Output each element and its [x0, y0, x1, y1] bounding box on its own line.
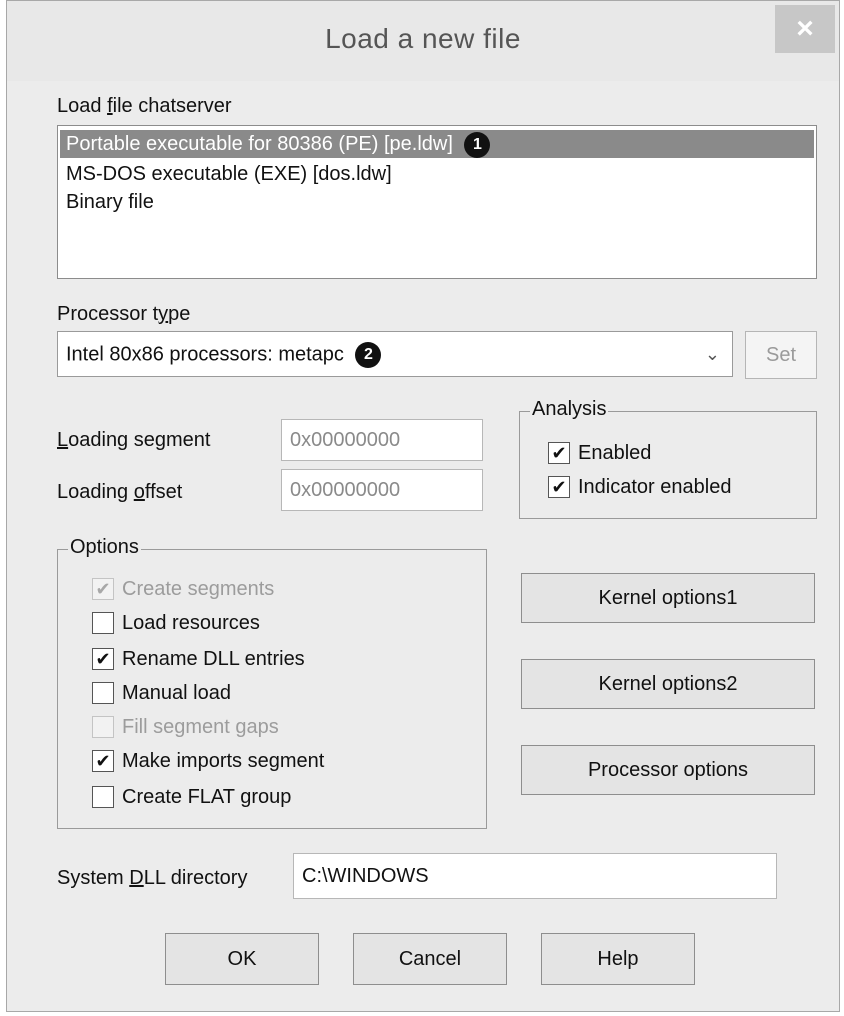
callout-marker-1: 1	[464, 131, 491, 158]
checkbox-label: Indicator enabled	[578, 475, 732, 498]
list-item-label: MS-DOS executable (EXE) [dos.ldw]	[66, 163, 392, 185]
list-item-label: Binary file	[66, 191, 154, 213]
list-item-binary[interactable]: Binary file	[60, 188, 154, 216]
processor-type-value: Intel 80x86 processors: metapc 2	[66, 342, 382, 368]
processor-type-label: Processor type	[57, 303, 191, 325]
checkbox-label: Create FLAT group	[122, 785, 292, 808]
load-file-list[interactable]: Portable executable for 80386 (PE) [pe.l…	[57, 125, 817, 279]
load-file-label: Load file chatserver	[57, 95, 232, 117]
system-dll-directory-label: System DLL directory	[57, 867, 248, 889]
kernel-options2-button[interactable]: Kernel options2	[521, 659, 815, 709]
analysis-group: Analysis ✔ Enabled ✔ Indicator enabled	[519, 398, 817, 519]
check-icon: ✔	[95, 648, 111, 669]
close-icon: ×	[796, 12, 814, 45]
indicator-enabled-checkbox[interactable]: ✔ Indicator enabled	[548, 472, 731, 502]
load-file-dialog: Load a new file × Load file chatserver P…	[6, 0, 840, 1012]
create-flat-group-checkbox[interactable]: Create FLAT group	[92, 782, 291, 812]
fill-segment-gaps-checkbox[interactable]: Fill segment gaps	[92, 712, 279, 742]
create-segments-checkbox[interactable]: ✔ Create segments	[92, 574, 274, 604]
loading-offset-label: Loading offset	[57, 481, 183, 503]
system-dll-directory-input[interactable]: C:\WINDOWS	[293, 853, 777, 899]
set-button[interactable]: Set	[745, 331, 817, 379]
analysis-title: Analysis	[530, 398, 609, 421]
checkbox-label: Fill segment gaps	[122, 715, 279, 738]
callout-marker-2: 2	[355, 342, 382, 368]
checkbox-label: Rename DLL entries	[122, 647, 305, 670]
loading-offset-input[interactable]: 0x00000000	[281, 469, 483, 511]
checkbox-box: ✔	[92, 750, 114, 772]
list-item-label: Portable executable for 80386 (PE) [pe.l…	[66, 133, 453, 155]
list-item-pe[interactable]: Portable executable for 80386 (PE) [pe.l…	[60, 130, 814, 158]
check-icon: ✔	[551, 476, 567, 497]
make-imports-segment-checkbox[interactable]: ✔ Make imports segment	[92, 746, 324, 776]
load-resources-checkbox[interactable]: Load resources	[92, 608, 260, 638]
checkbox-label: Load resources	[122, 611, 260, 634]
help-button[interactable]: Help	[541, 933, 695, 985]
checkbox-label: Manual load	[122, 681, 231, 704]
analysis-enabled-checkbox[interactable]: ✔ Enabled	[548, 438, 651, 468]
processor-options-button[interactable]: Processor options	[521, 745, 815, 795]
processor-type-select[interactable]: Intel 80x86 processors: metapc 2 ⌄	[57, 331, 733, 377]
loading-segment-input[interactable]: 0x00000000	[281, 419, 483, 461]
ok-button[interactable]: OK	[165, 933, 319, 985]
check-icon: ✔	[95, 578, 111, 599]
checkbox-box: ✔	[92, 648, 114, 670]
list-item-dos[interactable]: MS-DOS executable (EXE) [dos.ldw]	[60, 160, 392, 188]
processor-value-text: Intel 80x86 processors: metapc	[66, 343, 344, 366]
kernel-options1-button[interactable]: Kernel options1	[521, 573, 815, 623]
checkbox-label: Make imports segment	[122, 749, 325, 772]
options-title: Options	[68, 536, 141, 559]
title-bar[interactable]: Load a new file ×	[7, 1, 839, 81]
checkbox-box	[92, 716, 114, 738]
dialog-title: Load a new file	[325, 23, 521, 54]
checkbox-box	[92, 682, 114, 704]
chevron-down-icon[interactable]: ⌄	[705, 344, 720, 365]
options-group: Options ✔ Create segments Load resources…	[57, 536, 487, 829]
loading-segment-label: Loading segment	[57, 429, 211, 451]
check-icon: ✔	[95, 750, 111, 771]
checkbox-box: ✔	[92, 578, 114, 600]
checkbox-box	[92, 612, 114, 634]
checkbox-label: Create segments	[122, 577, 275, 600]
check-icon: ✔	[551, 442, 567, 463]
checkbox-box: ✔	[548, 442, 570, 464]
close-button[interactable]: ×	[775, 5, 835, 53]
checkbox-label: Enabled	[578, 441, 652, 464]
manual-load-checkbox[interactable]: Manual load	[92, 678, 231, 708]
cancel-button[interactable]: Cancel	[353, 933, 507, 985]
rename-dll-entries-checkbox[interactable]: ✔ Rename DLL entries	[92, 644, 305, 674]
checkbox-box: ✔	[548, 476, 570, 498]
checkbox-box	[92, 786, 114, 808]
